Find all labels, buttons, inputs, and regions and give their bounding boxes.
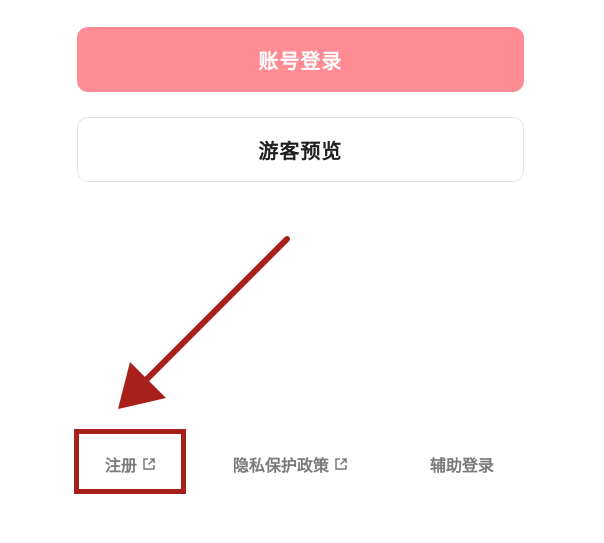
external-link-icon (334, 457, 348, 471)
assisted-login-link[interactable]: 辅助登录 (430, 452, 494, 476)
privacy-policy-label: 隐私保护政策 (233, 456, 330, 475)
privacy-policy-link[interactable]: 隐私保护政策 (233, 452, 348, 476)
annotation-highlight-box (74, 429, 186, 494)
